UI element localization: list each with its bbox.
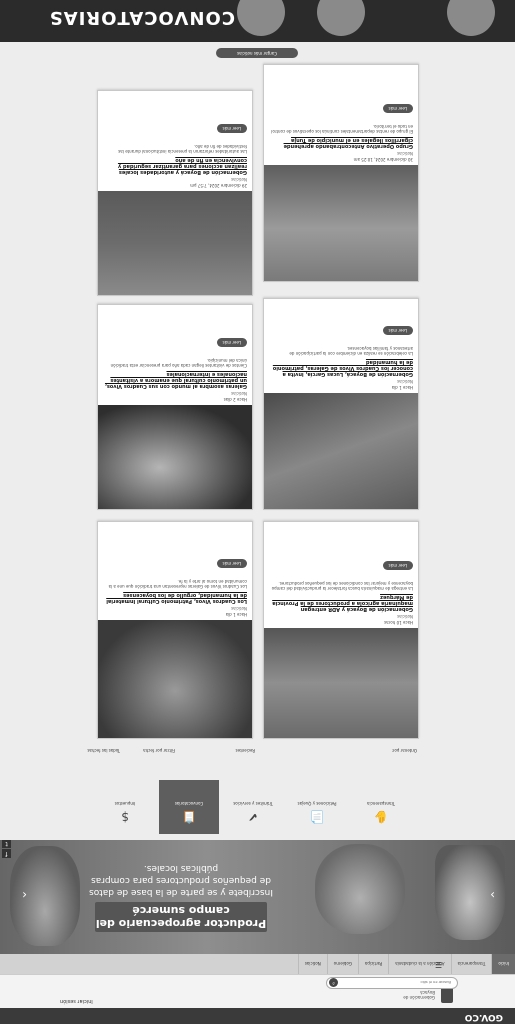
news-photo (98, 620, 252, 738)
clipboard-icon: 📋 (181, 810, 197, 824)
news-card[interactable]: 30 diciembre 2024, 10:25 am Noticias Gru… (263, 64, 419, 282)
news-date: Hace 2 días (223, 397, 247, 402)
news-excerpt: La entrega de maquinaria busca fortalece… (271, 581, 413, 591)
news-title[interactable]: Gobernación de Boyacá y autoridades loca… (98, 156, 252, 176)
site-header: Gobernación de Boyacá Iniciar sesión ⌕ (0, 974, 515, 1008)
main-nav: Inicio Transparencia Atención a la ciuda… (0, 954, 515, 974)
quick-access-convocatorias[interactable]: 📋 Convocatorias (159, 780, 219, 834)
nav-item-inicio[interactable]: Inicio (491, 954, 515, 974)
news-card[interactable]: Hace 1 día Noticias Gobernación de Boyac… (263, 298, 419, 510)
news-excerpt: El grupo de rentas departamentales conti… (271, 124, 413, 134)
news-category: Noticias (397, 614, 413, 619)
hero-banner: Productor agropecuario del campo sumercé… (0, 840, 515, 954)
read-more-button[interactable]: Leer más (216, 338, 247, 347)
news-excerpt: Cientos de visitantes llegan cada año pa… (110, 358, 247, 368)
hero-subtitle: Inscríbete y se parte de la base de dato… (89, 863, 273, 897)
news-title[interactable]: Los Cuadros Vivos, Patrimonio Cultural I… (98, 591, 252, 605)
news-date: Hace 1 día (391, 385, 413, 390)
check-icon: ✔ (247, 810, 259, 824)
news-photo (264, 165, 418, 281)
search-input[interactable] (351, 979, 451, 986)
quick-access-label: Convocatorias (174, 801, 204, 806)
read-more-button[interactable]: Leer más (382, 104, 413, 113)
nav-item-gobierno[interactable]: Gobierno (326, 954, 358, 974)
read-more-button[interactable]: Leer más (382, 326, 413, 335)
quick-access-row: ✋ Transparencia 📄 Peticiones y Quejas ✔ … (91, 774, 411, 834)
quick-access-label: Impuestos (114, 801, 136, 806)
filter-by-date[interactable]: Filtrar por fecha (143, 748, 175, 753)
news-card[interactable]: Hace 10 horas Noticias Gobernación de Bo… (263, 521, 419, 739)
news-title[interactable]: Grupo Operativo Antecontrabando aprehend… (264, 136, 418, 150)
carousel-next-icon[interactable]: › (490, 888, 495, 902)
twitter-icon[interactable]: t (2, 840, 11, 848)
login-link[interactable]: Iniciar sesión (60, 998, 93, 1004)
hero-photo-farmer-center (315, 844, 405, 934)
nav-item-participa[interactable]: Participa (357, 954, 389, 974)
read-more-button[interactable]: Leer más (216, 559, 247, 568)
brand-name[interactable]: Gobernación de Boyacá (395, 990, 435, 1000)
news-photo (264, 628, 418, 738)
news-date: Hace 10 horas (384, 620, 413, 625)
banner-photo (237, 0, 285, 36)
carousel-prev-icon[interactable]: ‹ (22, 888, 27, 902)
quick-access-transparencia[interactable]: ✋ Transparencia (351, 780, 411, 834)
facebook-icon[interactable]: f (2, 849, 11, 858)
news-date: 30 diciembre 2024, 10:25 am (353, 157, 413, 162)
news-date: 29 diciembre 2024, 7:57 pm (190, 183, 247, 188)
news-photo (264, 393, 418, 509)
news-card[interactable]: 29 diciembre 2024, 7:57 pm Noticias Gobe… (97, 90, 253, 296)
news-photo (98, 191, 252, 295)
news-title[interactable]: Gobernación de Boyacá y ADR entregan maq… (264, 593, 418, 613)
news-excerpt: Las autoridades reforzaron la presencia … (118, 144, 247, 154)
dollar-icon: $ (121, 810, 129, 824)
news-card[interactable]: Hace 2 días Noticias Galeras asombra al … (97, 304, 253, 510)
news-category: Noticias (231, 391, 247, 396)
quick-access-impuestos[interactable]: $ Impuestos (95, 780, 155, 834)
hero-title: Productor agropecuario del campo sumercé (95, 902, 267, 932)
news-category: Noticias (231, 177, 247, 182)
news-photo (98, 405, 252, 509)
read-more-button[interactable]: Leer más (216, 124, 247, 133)
hero-photo-farmer-right (10, 846, 80, 946)
news-card[interactable]: Hace 1 día Noticias Los Cuadros Vivos, P… (97, 521, 253, 739)
quick-access-pqrs[interactable]: 📄 Peticiones y Quejas (287, 780, 347, 834)
news-category: Noticias (231, 606, 247, 611)
search-box: ⌕ (326, 977, 458, 989)
gov-bar: GOV.CO (0, 1008, 515, 1024)
quick-access-label: Peticiones y Quejas (297, 801, 337, 806)
gov-logo[interactable]: GOV.CO (465, 1012, 503, 1022)
quick-access-label: Trámites y servicios (233, 801, 273, 806)
social-bar: f t i ▶ (0, 840, 11, 858)
banner-title: CONVOCATORIAS (48, 7, 235, 28)
search-icon[interactable]: ⌕ (329, 978, 338, 987)
filter-all-dates[interactable]: Todas las fechas (87, 748, 120, 753)
convocatorias-banner[interactable]: CONVOCATORIAS (0, 0, 515, 42)
nav-item-noticias[interactable]: Noticias (297, 954, 327, 974)
news-category: Noticias (397, 151, 413, 156)
news-excerpt: La celebración se realiza en diciembre c… (289, 346, 413, 356)
hand-icon: ✋ (373, 810, 389, 824)
load-more-button[interactable]: Cargar más noticias (216, 48, 298, 58)
order-label: Ordenar por: (391, 748, 417, 753)
news-category: Noticias (397, 379, 413, 384)
banner-photo (447, 0, 495, 36)
quick-access-label: Transparencia (367, 801, 395, 806)
news-title[interactable]: Galeras asombra al mundo con sus Cuadros… (98, 370, 252, 390)
banner-photo (317, 0, 365, 36)
news-filter-bar: Ordenar por: Recientes Filtrar por fecha… (0, 744, 515, 756)
news-excerpt: Los Cuadros Vivos de Galeras representan… (108, 579, 247, 589)
news-date: Hace 1 día (225, 612, 247, 617)
news-title[interactable]: Gobernación de Boyacá, Lucas García, inv… (264, 358, 418, 378)
nav-item-transparencia[interactable]: Transparencia (450, 954, 492, 974)
page-root: GOV.CO Gobernación de Boyacá Iniciar ses… (0, 0, 515, 1024)
read-more-button[interactable]: Leer más (382, 561, 413, 570)
hamburger-menu-icon[interactable]: ☰ (435, 960, 442, 969)
quick-access-tramites[interactable]: ✔ Trámites y servicios (223, 780, 283, 834)
document-icon: 📄 (309, 810, 325, 824)
filter-recent[interactable]: Recientes (236, 748, 255, 753)
